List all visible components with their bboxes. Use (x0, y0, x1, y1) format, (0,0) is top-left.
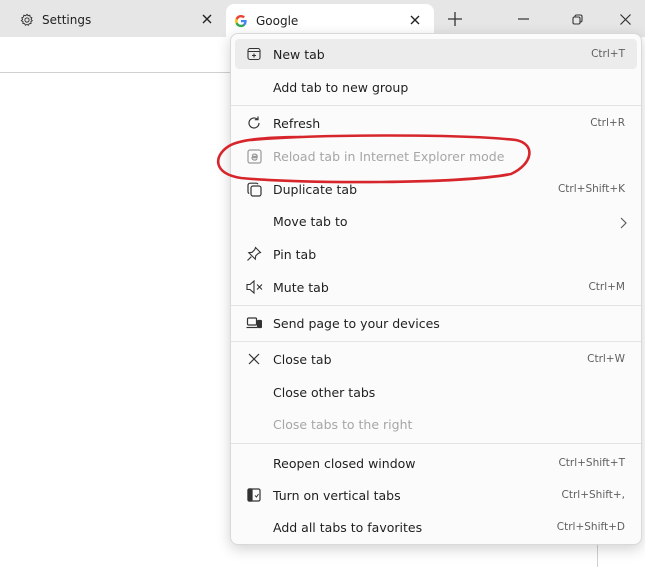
menu-item-pin-tab[interactable]: Pin tab (235, 239, 637, 269)
menu-item-close-tab[interactable]: Close tab Ctrl+W (235, 344, 637, 374)
menu-item-label: Reopen closed window (273, 455, 416, 471)
menu-item-shortcut: Ctrl+T (591, 48, 625, 60)
menu-item-label: Pin tab (273, 246, 317, 262)
menu-item-refresh[interactable]: Refresh Ctrl+R (235, 108, 637, 138)
menu-item-label: Close tabs to the right (273, 416, 413, 432)
address-bar-border (0, 72, 232, 73)
restore-icon[interactable] (562, 6, 592, 32)
menu-item-shortcut: Ctrl+Shift+K (557, 183, 625, 195)
menu-item-label: Reload tab in Internet Explorer mode (273, 148, 505, 164)
menu-item-reload-ie-mode: Reload tab in Internet Explorer mode (235, 141, 637, 171)
menu-item-mute-tab[interactable]: Mute tab Ctrl+M (235, 272, 637, 302)
pin-icon (245, 245, 263, 263)
mute-icon (245, 278, 263, 296)
menu-separator (231, 105, 641, 106)
menu-item-label: Send page to your devices (273, 315, 440, 331)
menu-item-label: New tab (273, 46, 325, 62)
menu-item-close-tabs-right: Close tabs to the right (235, 409, 637, 439)
tab-title: Google (256, 13, 299, 28)
menu-item-reopen-closed-window[interactable]: Reopen closed window Ctrl+Shift+T (235, 448, 637, 478)
ie-mode-icon (245, 147, 263, 165)
gear-icon (20, 13, 34, 27)
tab-title: Settings (42, 13, 92, 27)
google-g-icon (234, 14, 248, 28)
menu-item-label: Turn on vertical tabs (273, 487, 401, 503)
new-tab-icon (245, 45, 263, 63)
menu-item-shortcut: Ctrl+Shift+T (558, 457, 625, 469)
tab-context-menu: New tab Ctrl+T Add tab to new group Refr… (230, 33, 642, 545)
chevron-right-icon (619, 214, 631, 229)
menu-item-label: Close other tabs (273, 384, 376, 400)
close-icon (245, 350, 263, 368)
menu-item-shortcut: Ctrl+R (590, 117, 625, 129)
close-tab-icon[interactable] (198, 10, 216, 28)
menu-item-add-tab-to-group[interactable]: Add tab to new group (235, 72, 637, 102)
vertical-tabs-icon (245, 486, 263, 504)
menu-item-shortcut: Ctrl+Shift+D (556, 521, 625, 533)
tab-strip: Settings Google (0, 0, 645, 37)
minimize-icon[interactable] (508, 6, 538, 32)
menu-item-label: Duplicate tab (273, 181, 358, 197)
send-device-icon (245, 314, 263, 332)
menu-item-shortcut: Ctrl+W (587, 353, 625, 365)
menu-item-duplicate-tab[interactable]: Duplicate tab Ctrl+Shift+K (235, 174, 637, 204)
menu-item-add-all-to-favorites[interactable]: Add all tabs to favorites Ctrl+Shift+D (235, 512, 637, 542)
menu-separator (231, 443, 641, 444)
menu-item-close-other-tabs[interactable]: Close other tabs (235, 377, 637, 407)
menu-separator (231, 305, 641, 306)
menu-item-vertical-tabs[interactable]: Turn on vertical tabs Ctrl+Shift+, (235, 480, 637, 510)
menu-item-label: Move tab to (273, 213, 348, 229)
menu-item-label: Refresh (273, 115, 321, 131)
menu-item-send-to-devices[interactable]: Send page to your devices (235, 308, 637, 338)
refresh-icon (245, 114, 263, 132)
menu-item-new-tab[interactable]: New tab Ctrl+T (235, 39, 637, 69)
menu-item-label: Close tab (273, 351, 332, 367)
new-tab-plus-icon[interactable] (443, 7, 467, 31)
menu-item-label: Add all tabs to favorites (273, 519, 423, 535)
close-tab-icon[interactable] (406, 11, 424, 29)
menu-item-label: Add tab to new group (273, 79, 409, 95)
duplicate-icon (245, 180, 263, 198)
tab-settings[interactable]: Settings (0, 3, 226, 37)
menu-item-shortcut: Ctrl+M (588, 281, 625, 293)
close-window-icon[interactable] (610, 6, 640, 32)
menu-item-label: Mute tab (273, 279, 329, 295)
menu-separator (231, 341, 641, 342)
menu-item-shortcut: Ctrl+Shift+, (561, 489, 625, 501)
menu-item-move-tab-to[interactable]: Move tab to (235, 206, 637, 236)
